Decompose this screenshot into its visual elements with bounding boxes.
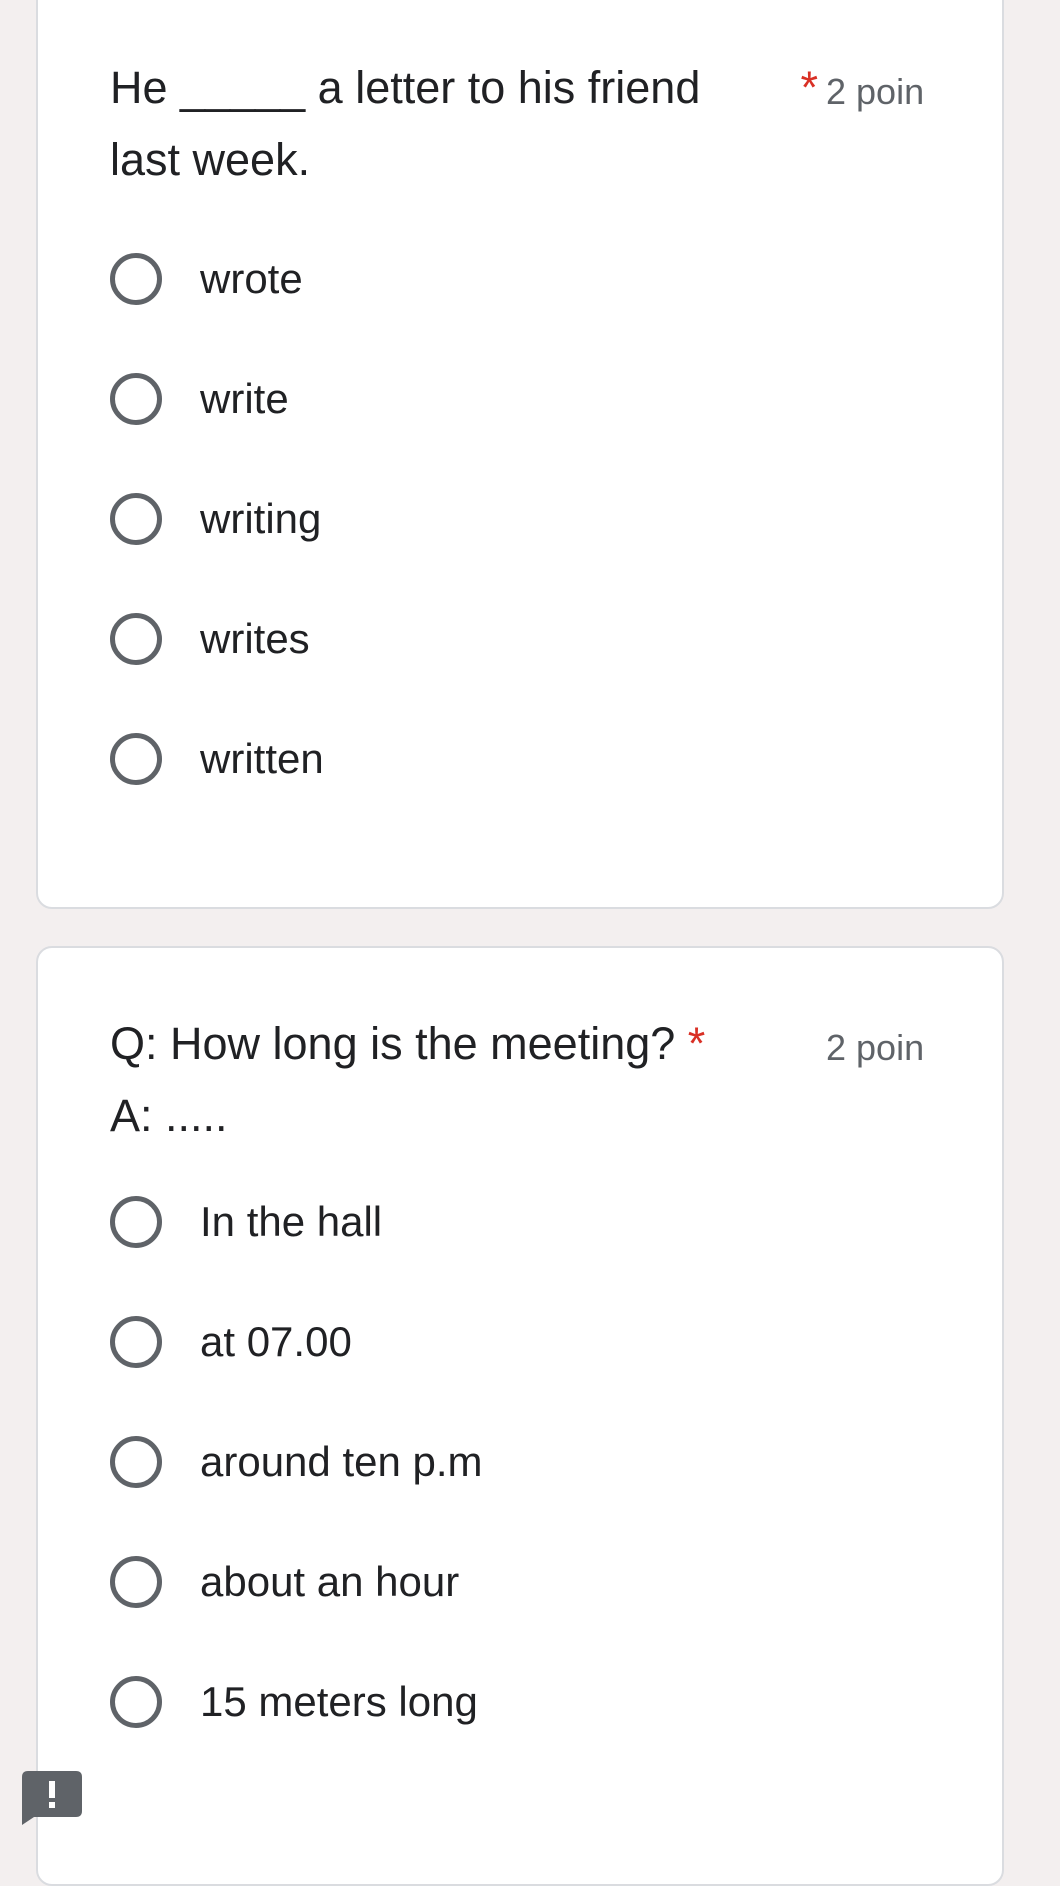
report-feedback-button[interactable] — [22, 1771, 82, 1825]
option-label: 15 meters long — [200, 1678, 478, 1725]
radio-option-around-ten-pm[interactable]: around ten p.m — [110, 1402, 962, 1522]
question-title-line1: Q: How long is the meeting? — [110, 1018, 688, 1069]
radio-button[interactable] — [110, 733, 162, 785]
radio-option-15-meters-long[interactable]: 15 meters long — [110, 1642, 962, 1762]
option-label: about an hour — [200, 1558, 460, 1605]
option-label: at 07.00 — [200, 1318, 352, 1365]
question-title: Q: How long is the meeting? * A: ..... — [110, 1008, 790, 1152]
option-label: wrote — [200, 255, 303, 302]
question-card-2: Q: How long is the meeting? * A: ..... 2… — [36, 946, 1004, 1886]
radio-button[interactable] — [110, 1436, 162, 1488]
radio-option-write[interactable]: write — [110, 339, 962, 459]
radio-option-about-an-hour[interactable]: about an hour — [110, 1522, 962, 1642]
radio-button[interactable] — [110, 1196, 162, 1248]
required-asterisk: * — [687, 1018, 706, 1069]
radio-button[interactable] — [110, 1676, 162, 1728]
question-header: He _____ a letter to his friend last wee… — [110, 52, 930, 196]
required-asterisk: * — [800, 62, 818, 113]
option-label: writes — [200, 615, 310, 662]
question-title: He _____ a letter to his friend last wee… — [110, 62, 701, 185]
question-card-1: He _____ a letter to his friend last wee… — [36, 0, 1004, 909]
radio-option-in-the-hall[interactable]: In the hall — [110, 1162, 962, 1282]
option-label: written — [200, 735, 324, 782]
radio-option-at-0700[interactable]: at 07.00 — [110, 1282, 962, 1402]
radio-options: In the hall at 07.00 around ten p.m abou… — [110, 1162, 962, 1762]
radio-button[interactable] — [110, 1316, 162, 1368]
radio-button[interactable] — [110, 493, 162, 545]
radio-option-writing[interactable]: writing — [110, 459, 962, 579]
radio-button[interactable] — [110, 373, 162, 425]
option-label: write — [200, 375, 289, 422]
radio-button[interactable] — [110, 1556, 162, 1608]
radio-option-writes[interactable]: writes — [110, 579, 962, 699]
option-label: around ten p.m — [200, 1438, 483, 1485]
question-header: Q: How long is the meeting? * A: ..... 2… — [110, 1008, 930, 1152]
option-label: writing — [200, 495, 322, 542]
radio-options: wrote write writing writes written — [110, 219, 962, 819]
points-label: 2 poin — [826, 71, 925, 112]
radio-option-wrote[interactable]: wrote — [110, 219, 962, 339]
radio-button[interactable] — [110, 613, 162, 665]
points-label: 2 poin — [826, 1027, 925, 1068]
radio-button[interactable] — [110, 253, 162, 305]
exclamation-report-icon — [22, 1771, 82, 1825]
question-title-line2: A: ..... — [110, 1090, 228, 1141]
radio-option-written[interactable]: written — [110, 699, 962, 819]
option-label: In the hall — [200, 1198, 383, 1245]
